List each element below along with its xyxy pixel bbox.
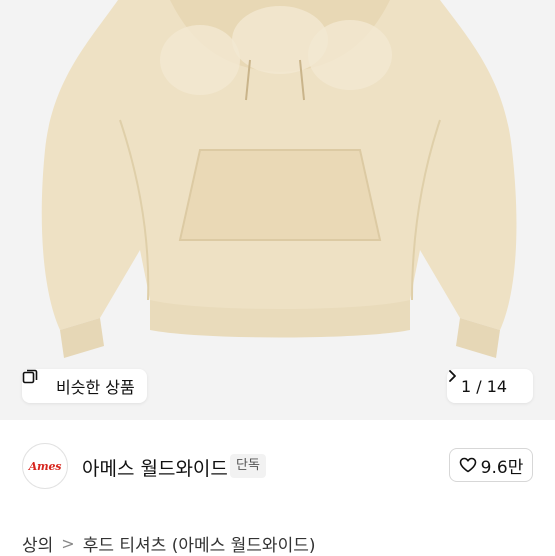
brand-name-link[interactable]: 아메스 월드와이드 xyxy=(82,454,228,481)
brand-row: Ames 아메스 월드와이드 단독 9.6만 xyxy=(0,440,555,494)
similar-items-icon xyxy=(22,369,50,394)
breadcrumb-separator: > xyxy=(61,533,75,553)
image-pager-count: 1 / 14 xyxy=(461,376,508,396)
exclusive-badge: 단독 xyxy=(230,454,266,478)
brand-logo[interactable]: Ames xyxy=(22,443,68,489)
image-pager[interactable]: 1 / 14 xyxy=(447,369,533,403)
similar-products-button[interactable]: 비슷한 상품 xyxy=(22,369,147,403)
brand-logo-text: Ames xyxy=(28,459,62,473)
product-image xyxy=(0,0,555,420)
similar-products-label: 비슷한 상품 xyxy=(56,378,135,397)
product-image-gallery[interactable]: 비슷한 상품 1 / 14 xyxy=(0,0,555,420)
like-count: 9.6만 xyxy=(480,457,524,478)
heart-icon xyxy=(459,457,477,473)
breadcrumb-item-hoodies[interactable]: 후드 티셔츠 (아메스 월드와이드) xyxy=(83,531,316,556)
chevron-right-icon xyxy=(449,370,523,393)
section-divider xyxy=(0,420,555,430)
breadcrumb: 상의 > 후드 티셔츠 (아메스 월드와이드) xyxy=(22,530,315,556)
breadcrumb-item-tops[interactable]: 상의 xyxy=(22,531,53,556)
brand-like-button[interactable]: 9.6만 xyxy=(449,448,533,482)
